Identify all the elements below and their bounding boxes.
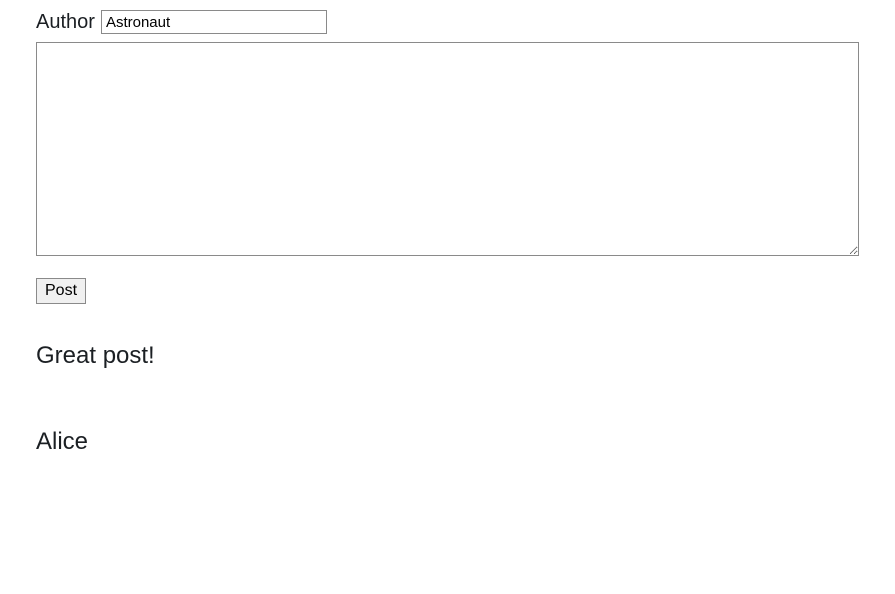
post-button[interactable]: Post [36,278,86,304]
comment-title: Great post! [36,342,859,370]
comment-author: Alice [36,428,859,456]
author-label: Author [36,11,95,34]
author-input[interactable] [101,10,327,34]
comment-body-textarea[interactable] [36,42,859,256]
author-row: Author [36,10,859,34]
